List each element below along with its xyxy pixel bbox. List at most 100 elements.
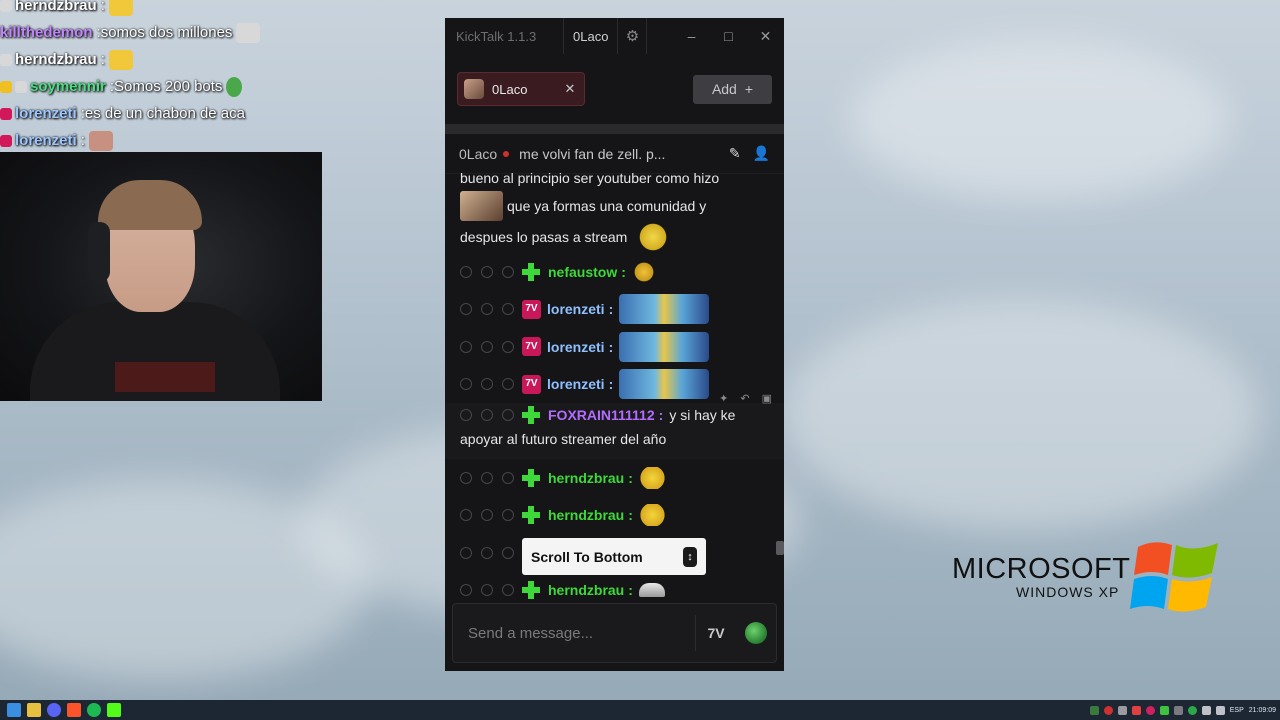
plus-icon: + — [744, 81, 754, 97]
username[interactable]: herndzbrau — [548, 578, 624, 602]
7tv-badge-icon: 7V — [522, 337, 541, 357]
pin-message-icon[interactable] — [502, 265, 514, 278]
separator: : — [628, 507, 633, 524]
close-button[interactable]: ✕ — [747, 18, 784, 54]
username[interactable]: herndzbrau — [548, 466, 624, 490]
emote — [631, 260, 656, 283]
overlay-chat-line: herndzbrau: — [0, 46, 440, 73]
chat-message: herndzbrau: — [445, 497, 784, 535]
pin-message-icon[interactable] — [502, 303, 514, 316]
tray-icon[interactable] — [1089, 705, 1099, 715]
discord-icon[interactable] — [47, 703, 61, 717]
pin-icon[interactable]: ✦ — [719, 387, 728, 411]
timeout-icon[interactable] — [481, 340, 493, 353]
overlay-message-text: somos dos millones — [100, 24, 233, 41]
ban-icon[interactable] — [460, 471, 472, 484]
language-indicator[interactable]: ESP — [1230, 707, 1244, 714]
pin-message-icon[interactable] — [502, 546, 514, 559]
shirt-print — [115, 362, 215, 392]
pin-message-icon[interactable] — [502, 340, 514, 353]
tray-icon[interactable] — [1145, 705, 1155, 715]
7tv-badge-icon — [0, 134, 12, 147]
close-tab-icon[interactable]: ✕ — [562, 81, 578, 97]
kick-emote-button[interactable] — [736, 604, 776, 662]
separator: : — [621, 263, 626, 280]
chat-message: nefaustow: — [445, 253, 784, 291]
pin-message-icon[interactable] — [502, 409, 514, 421]
scroll-to-bottom-button[interactable]: Scroll To Bottom ↕ — [522, 538, 706, 575]
channel-name[interactable]: 0Laco — [459, 146, 497, 162]
tray-icon[interactable] — [1173, 705, 1183, 715]
current-user-button[interactable]: 0Laco — [563, 18, 617, 54]
reply-icon[interactable]: ↶ — [740, 387, 749, 411]
timeout-icon[interactable] — [481, 303, 493, 316]
settings-gear-icon[interactable]: ⚙ — [617, 18, 648, 54]
ban-icon[interactable] — [460, 303, 472, 316]
username[interactable]: lorenzeti — [547, 372, 605, 396]
tray-icon[interactable] — [1187, 705, 1197, 715]
ban-icon[interactable] — [460, 340, 472, 353]
username[interactable]: lorenzeti — [547, 335, 605, 359]
user-icon[interactable]: 👤 — [753, 145, 770, 162]
globe-icon — [745, 622, 767, 644]
stream-title: me volvi fan de zell. p... — [519, 145, 666, 162]
tray-icon[interactable] — [1103, 705, 1113, 715]
scrollbar-thumb[interactable] — [776, 541, 784, 555]
message-input[interactable] — [453, 604, 695, 662]
username[interactable]: herndzbrau — [548, 503, 624, 527]
file-explorer-icon[interactable] — [27, 703, 41, 717]
timeout-icon[interactable] — [481, 546, 493, 559]
overlay-chat-line: soymennir: Somos 200 bots — [0, 73, 440, 100]
username[interactable]: lorenzeti — [547, 297, 605, 321]
ban-icon[interactable] — [460, 409, 472, 421]
add-chatroom-button[interactable]: Add + — [693, 74, 772, 104]
overlay-username: lorenzeti — [15, 105, 77, 122]
pin-message-icon[interactable] — [502, 584, 514, 597]
live-indicator-icon — [503, 150, 510, 157]
stream-overlay-chat: herndzbrau: killthedemon: somos dos millo… — [0, 0, 440, 154]
chat-message: herndzbrau: — [445, 459, 784, 497]
kicktalk-window: KickTalk 1.1.3 0Laco ⚙ – □ ✕ 0Laco ✕ Add… — [445, 18, 784, 671]
chat-header: 0Laco me volvi fan de zell. p... ✎ 👤 — [445, 134, 784, 174]
clock[interactable]: 21:09:09 — [1249, 707, 1276, 714]
tray-icon[interactable] — [1131, 705, 1141, 715]
pin-message-icon[interactable] — [502, 471, 514, 484]
maximize-button[interactable]: □ — [710, 18, 747, 54]
emote — [108, 49, 133, 70]
timeout-icon[interactable] — [481, 509, 493, 522]
spotify-icon[interactable] — [87, 703, 101, 717]
ban-icon[interactable] — [460, 509, 472, 522]
ban-icon[interactable] — [460, 378, 472, 391]
7tv-badge-icon: 7V — [522, 299, 541, 319]
username[interactable]: nefaustow — [548, 260, 617, 284]
7tv-emote-button[interactable]: 7V — [696, 604, 736, 662]
pin-message-icon[interactable] — [502, 378, 514, 391]
gift-badge-icon — [0, 53, 12, 66]
tab-0laco[interactable]: 0Laco ✕ — [457, 72, 585, 106]
separator: : — [608, 301, 614, 318]
start-windows-icon[interactable] — [7, 703, 21, 717]
timeout-icon[interactable] — [481, 378, 493, 391]
wifi-icon[interactable] — [1201, 705, 1211, 715]
ban-icon[interactable] — [460, 584, 472, 597]
timeout-icon[interactable] — [481, 409, 493, 421]
volume-icon[interactable] — [1215, 705, 1225, 715]
username[interactable]: FOXRAIN111112 — [548, 403, 655, 427]
brave-browser-icon[interactable] — [67, 703, 81, 717]
system-tray: ESP 21:09:09 — [1089, 705, 1276, 715]
copy-icon[interactable]: ▣ — [762, 387, 772, 411]
timeout-icon[interactable] — [481, 265, 493, 278]
ban-icon[interactable] — [460, 265, 472, 278]
kicktalk-icon[interactable] — [107, 703, 121, 717]
chatroom-tabs: 0Laco ✕ Add + — [445, 54, 784, 124]
pin-icon[interactable]: ✎ — [729, 145, 741, 162]
windows-flag-icon — [1130, 542, 1218, 612]
ban-icon[interactable] — [460, 546, 472, 559]
taskbar: ESP 21:09:09 — [0, 700, 1280, 720]
pin-message-icon[interactable] — [502, 509, 514, 522]
timeout-icon[interactable] — [481, 584, 493, 597]
tray-icon[interactable] — [1117, 705, 1127, 715]
minimize-button[interactable]: – — [673, 18, 710, 54]
timeout-icon[interactable] — [481, 471, 493, 484]
tray-icon[interactable] — [1159, 705, 1169, 715]
